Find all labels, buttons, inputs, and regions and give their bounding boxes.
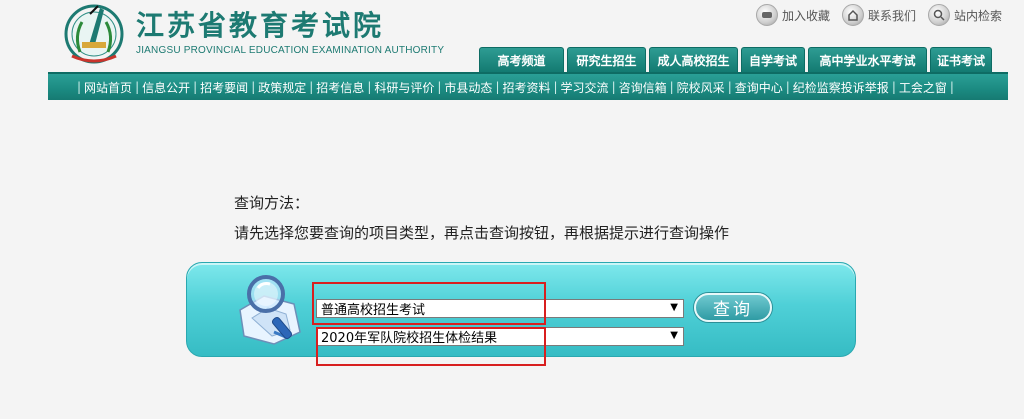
tab-academic-level-exam[interactable]: 高中学业水平考试: [808, 47, 927, 72]
nav-item-colleges[interactable]: 院校风采: [677, 79, 725, 96]
site-subtitle: JIANGSU PROVINCIAL EDUCATION EXAMINATION…: [136, 45, 445, 56]
contact-us-label: 联系我们: [867, 8, 916, 23]
method-text: 请先选择您要查询的项目类型，再点击查询按钮，再根据提示进行查询操作: [234, 224, 730, 242]
search-icon: [927, 4, 950, 26]
highlight-box-query-item: [316, 327, 546, 366]
nav-item-news[interactable]: 招考要闻: [200, 79, 248, 96]
site-search-label: 站内检索: [953, 8, 1002, 23]
nav-bar: | 网站首页 | 信息公开 | 招考要闻 | 政策规定 | 招考信息 | 科研与评价 | 市…: [48, 72, 1008, 100]
site-title: 江苏省教育考试院: [136, 9, 385, 42]
tab-certificate-exam[interactable]: 证书考试: [930, 47, 992, 72]
query-button[interactable]: 查询: [694, 293, 772, 322]
add-bookmark-label: 加入收藏: [781, 8, 830, 23]
tab-postgraduate[interactable]: 研究生招生: [567, 47, 646, 72]
nav-item-home[interactable]: 网站首页: [84, 79, 132, 96]
home-icon: [841, 4, 864, 26]
highlight-box-exam-type: [312, 282, 546, 325]
site-search-link[interactable]: 站内检索: [927, 4, 1002, 26]
nav-item-mailbox[interactable]: 咨询信箱: [619, 79, 667, 96]
nav-item-policies[interactable]: 政策规定: [258, 79, 306, 96]
tab-self-study-exam[interactable]: 自学考试: [741, 47, 805, 72]
tab-gaokao[interactable]: 高考频道: [479, 47, 564, 72]
tab-adult-college[interactable]: 成人高校招生: [649, 47, 738, 72]
nav-item-union[interactable]: 工会之窗: [899, 79, 947, 96]
nav-item-research[interactable]: 科研与评价: [374, 79, 434, 96]
nav-item-local-news[interactable]: 市县动态: [444, 79, 492, 96]
nav-item-exchange[interactable]: 学习交流: [561, 79, 609, 96]
nav-item-query-center[interactable]: 查询中心: [735, 79, 783, 96]
contact-us-link[interactable]: 联系我们: [841, 4, 916, 26]
add-bookmark-link[interactable]: 加入收藏: [755, 4, 830, 26]
dropdown-arrow-icon: ▼: [670, 302, 678, 313]
method-title: 查询方法：: [234, 194, 310, 212]
top-links: 加入收藏 联系我们 站内检索: [750, 4, 1002, 26]
bookmark-icon: [755, 4, 778, 26]
nav-item-info-disclosure[interactable]: 信息公开: [142, 79, 190, 96]
dropdown-arrow-icon: ▼: [670, 330, 678, 341]
nav-item-exam-info[interactable]: 招考信息: [316, 79, 364, 96]
logo-emblem-icon: [64, 4, 124, 64]
main-tabs: 高考频道 研究生招生 成人高校招生 自学考试 高中学业水平考试 证书考试: [479, 47, 992, 72]
nav-item-materials[interactable]: 招考资料: [502, 79, 550, 96]
page: 江苏省教育考试院 JIANGSU PROVINCIAL EDUCATION EX…: [0, 0, 1024, 419]
nav-item-complaints[interactable]: 纪检监察投诉举报: [793, 79, 889, 96]
magnifier-icon: [239, 275, 301, 345]
